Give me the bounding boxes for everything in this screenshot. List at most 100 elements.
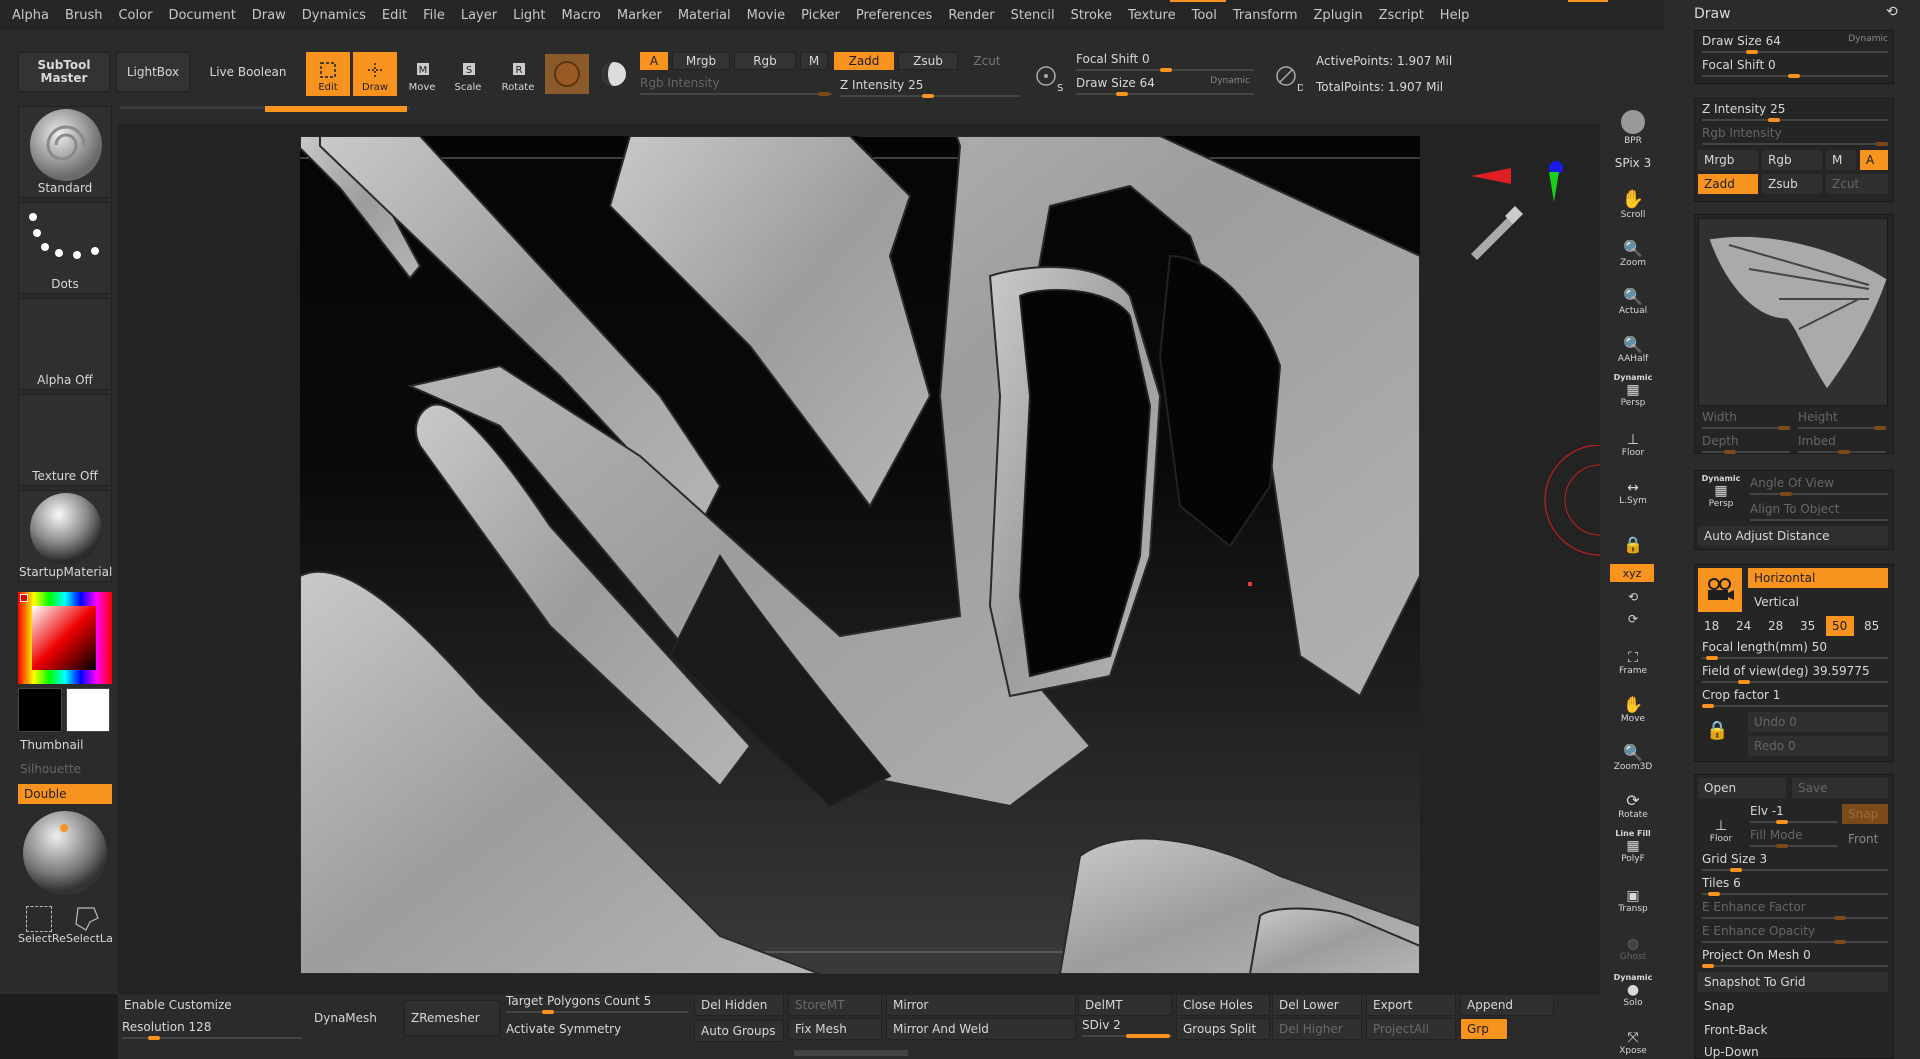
ghost-button[interactable]: ◍ Ghost bbox=[1610, 922, 1656, 964]
rgb-toggle[interactable]: Rgb bbox=[734, 52, 796, 70]
actual-button[interactable]: 🔍 Actual bbox=[1610, 276, 1656, 318]
document-canvas[interactable] bbox=[300, 136, 1420, 974]
mrgb-toggle[interactable]: Mrgb bbox=[672, 52, 730, 70]
delmt-button[interactable]: DelMT bbox=[1078, 994, 1172, 1016]
mirror-button[interactable]: Mirror bbox=[886, 994, 1076, 1016]
menu-item-picker[interactable]: Picker bbox=[801, 8, 840, 23]
align-to-object-slider[interactable]: Align To Object bbox=[1750, 502, 1888, 522]
persp-button[interactable]: Dynamic ▦ Persp bbox=[1610, 370, 1656, 410]
fix-mesh-button[interactable]: Fix Mesh bbox=[788, 1018, 882, 1040]
close-holes-button[interactable]: Close Holes bbox=[1176, 994, 1270, 1016]
storemt-button[interactable]: StoreMT bbox=[788, 994, 882, 1016]
tray-a-toggle[interactable]: A bbox=[1860, 150, 1888, 170]
tiles-slider[interactable]: Tiles 6 bbox=[1702, 876, 1888, 896]
zoom-button[interactable]: 🔍 Zoom bbox=[1610, 228, 1656, 270]
menu-item-marker[interactable]: Marker bbox=[617, 8, 662, 23]
scroll-button[interactable]: ✋ Scroll bbox=[1610, 180, 1656, 222]
focal-preset-35[interactable]: 35 bbox=[1794, 616, 1822, 636]
bottom-scrollbar[interactable] bbox=[794, 1050, 908, 1056]
up-down-button[interactable]: Up-Down bbox=[1698, 1044, 1888, 1059]
frame-button[interactable]: ⛶ Frame bbox=[1610, 636, 1656, 678]
menu-item-edit[interactable]: Edit bbox=[382, 8, 407, 23]
snap-button[interactable]: Snap bbox=[1698, 996, 1888, 1016]
angle-of-view-slider[interactable]: Angle Of View bbox=[1750, 476, 1888, 496]
thumbnail-label[interactable]: Thumbnail bbox=[20, 738, 83, 752]
scale-tool-button[interactable]: S Scale bbox=[446, 52, 490, 96]
focal-preset-24[interactable]: 24 bbox=[1730, 616, 1758, 636]
save-button[interactable]: Save bbox=[1792, 778, 1888, 798]
fill-mode-slider[interactable]: Fill Mode bbox=[1750, 828, 1838, 848]
stroke-dots-button[interactable]: Dots bbox=[18, 202, 112, 294]
project-on-mesh-slider[interactable]: Project On Mesh 0 bbox=[1702, 948, 1888, 968]
navigation-gizmo[interactable] bbox=[1455, 160, 1565, 273]
tray-rgb-intensity-slider[interactable]: Rgb Intensity bbox=[1702, 126, 1888, 146]
brush-standard-button[interactable]: Standard bbox=[18, 106, 112, 198]
aahalf-button[interactable]: 🔍 AAHalf bbox=[1610, 324, 1656, 366]
lightbox-button[interactable]: LightBox bbox=[116, 52, 190, 92]
menu-item-preferences[interactable]: Preferences bbox=[856, 8, 932, 23]
export-button[interactable]: Export bbox=[1366, 994, 1456, 1016]
spix-slider[interactable]: SPix 3 bbox=[1610, 150, 1656, 178]
menu-item-movie[interactable]: Movie bbox=[747, 8, 785, 23]
menu-item-dynamics[interactable]: Dynamics bbox=[302, 8, 366, 23]
secondary-color-swatch[interactable] bbox=[18, 688, 62, 732]
menu-item-help[interactable]: Help bbox=[1440, 8, 1470, 23]
menu-item-brush[interactable]: Brush bbox=[65, 8, 103, 23]
transp-button[interactable]: ▣ Transp bbox=[1610, 874, 1656, 916]
zsub-toggle[interactable]: Zsub bbox=[898, 52, 958, 70]
menu-item-stencil[interactable]: Stencil bbox=[1011, 8, 1055, 23]
focal-preset-18[interactable]: 18 bbox=[1698, 616, 1726, 636]
lsym-button[interactable]: ↔ L.Sym bbox=[1610, 466, 1656, 508]
menu-item-zscript[interactable]: Zscript bbox=[1379, 8, 1424, 23]
auto-groups-button[interactable]: Auto Groups bbox=[694, 1020, 784, 1042]
grid-snap-toggle[interactable]: Snap bbox=[1842, 804, 1888, 824]
dynamesh-button[interactable]: DynaMesh bbox=[308, 1000, 404, 1036]
tray-mrgb-toggle[interactable]: Mrgb bbox=[1698, 150, 1758, 170]
tray-m-toggle[interactable]: M bbox=[1826, 150, 1856, 170]
tray-zcut-toggle[interactable]: Zcut bbox=[1826, 174, 1888, 194]
tray-draw-size-slider[interactable]: Draw Size 64 Dynamic bbox=[1702, 34, 1888, 54]
tray-persp-button[interactable]: Dynamic ▦ Persp bbox=[1700, 474, 1742, 514]
undo-button[interactable]: Undo 0 bbox=[1748, 712, 1888, 732]
height-slider[interactable]: Height bbox=[1798, 410, 1886, 430]
e-enhance-opacity-slider[interactable]: E Enhance Opacity bbox=[1702, 924, 1888, 944]
menu-item-tool[interactable]: Tool bbox=[1192, 8, 1217, 23]
tray-rgb-toggle[interactable]: Rgb bbox=[1762, 150, 1822, 170]
thumbnail-sphere[interactable] bbox=[22, 810, 108, 896]
snapshot-to-grid-button[interactable]: Snapshot To Grid bbox=[1698, 972, 1888, 992]
texture-off-button[interactable]: Texture Off bbox=[18, 394, 112, 486]
menu-item-material[interactable]: Material bbox=[678, 8, 731, 23]
open-button[interactable]: Open bbox=[1698, 778, 1786, 798]
menu-item-color[interactable]: Color bbox=[118, 8, 152, 23]
tray-refresh-icon[interactable]: ⟲ bbox=[1886, 4, 1898, 20]
menu-item-file[interactable]: File bbox=[423, 8, 445, 23]
lock-button[interactable]: 🔒 bbox=[1610, 514, 1656, 556]
e-enhance-factor-slider[interactable]: E Enhance Factor bbox=[1702, 900, 1888, 920]
tray-z-intensity-slider[interactable]: Z Intensity 25 bbox=[1702, 102, 1888, 122]
move-view-button[interactable]: ✋ Move bbox=[1610, 684, 1656, 726]
zoom3d-button[interactable]: 🔍 Zoom3D bbox=[1610, 732, 1656, 774]
color-picker[interactable] bbox=[18, 592, 112, 684]
groups-split-button[interactable]: Groups Split bbox=[1176, 1018, 1270, 1040]
focal-preset-28[interactable]: 28 bbox=[1762, 616, 1790, 636]
del-hidden-button[interactable]: Del Hidden bbox=[694, 994, 784, 1016]
menu-item-layer[interactable]: Layer bbox=[461, 8, 497, 23]
focal-preset-85[interactable]: 85 bbox=[1858, 616, 1886, 636]
xyz-toggle[interactable]: xyz bbox=[1610, 564, 1654, 582]
grid-floor-button[interactable]: ⊥ Floor bbox=[1700, 804, 1742, 844]
camera-lock-icon[interactable]: 🔒 bbox=[1706, 720, 1728, 741]
projectall-button[interactable]: ProjectAll bbox=[1366, 1018, 1456, 1040]
rotate-y-button[interactable]: ⟲ bbox=[1610, 586, 1656, 606]
material-swatch[interactable] bbox=[545, 54, 589, 94]
depth-slider[interactable]: Depth bbox=[1702, 434, 1790, 454]
select-lasso-icon[interactable] bbox=[72, 904, 102, 935]
live-boolean-button[interactable]: Live Boolean bbox=[206, 52, 290, 92]
subtool-master-button[interactable]: SubTool Master bbox=[18, 52, 110, 92]
tray-focal-shift-slider[interactable]: Focal Shift 0 bbox=[1702, 58, 1888, 78]
edit-tool-button[interactable]: Edit bbox=[306, 52, 350, 96]
color-saturation-square[interactable] bbox=[32, 606, 96, 670]
activate-symmetry-button[interactable]: Activate Symmetry bbox=[500, 1018, 690, 1040]
draw-size-slider[interactable]: Draw Size 64 Dynamic bbox=[1076, 76, 1254, 96]
menu-item-alpha[interactable]: Alpha bbox=[12, 8, 49, 23]
elv-slider[interactable]: Elv -1 bbox=[1750, 804, 1838, 824]
